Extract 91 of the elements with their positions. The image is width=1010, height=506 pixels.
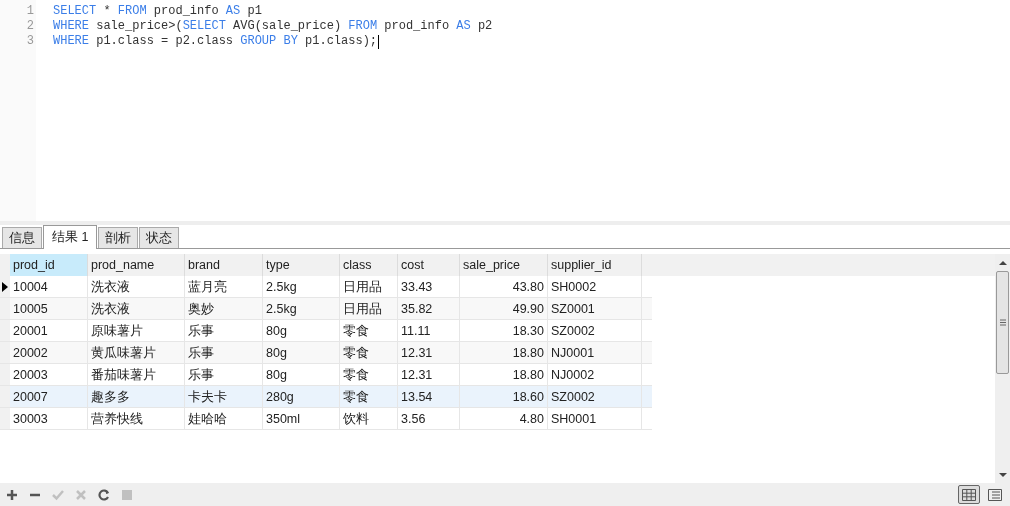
table-cell: NJ0001: [548, 342, 642, 363]
table-cell: SZ0002: [548, 320, 642, 341]
table-cell: 12.31: [398, 342, 460, 363]
result-tab[interactable]: 状态: [139, 227, 180, 248]
table-cell: 蓝月亮: [185, 276, 263, 297]
column-header[interactable]: sale_price: [460, 254, 548, 276]
line-number: 3: [25, 34, 35, 49]
table-row[interactable]: 20007 趣多多 卡夫卡 280g 零食 13.54 18.60 SZ0002: [0, 386, 652, 408]
table-cell: 原味薯片: [88, 320, 185, 341]
table-cell: 18.80: [460, 364, 548, 385]
table-cell: 12.31: [398, 364, 460, 385]
table-cell: 3.56: [398, 408, 460, 429]
vertical-scrollbar[interactable]: [995, 254, 1010, 483]
column-header[interactable]: prod_name: [88, 254, 185, 276]
table-cell: 350ml: [263, 408, 340, 429]
table-cell: 10004: [10, 276, 88, 297]
table-cell: 洗衣液: [88, 298, 185, 319]
line-number: 2: [25, 19, 35, 34]
table-cell: 黄瓜味薯片: [88, 342, 185, 363]
plus-icon[interactable]: [5, 487, 19, 502]
table-row[interactable]: 10004 洗衣液 蓝月亮 2.5kg 日用品 33.43 43.80 SH0002: [0, 276, 652, 298]
table-cell: 49.90: [460, 298, 548, 319]
table-cell: 奥妙: [185, 298, 263, 319]
column-header[interactable]: supplier_id: [548, 254, 642, 276]
table-row[interactable]: 10005 洗衣液 奥妙 2.5kg 日用品 35.82 49.90 SZ0001: [0, 298, 652, 320]
grid-view-button[interactable]: [958, 485, 980, 504]
scroll-up-icon[interactable]: [998, 261, 1007, 265]
code-line: WHERE p1.class = p2.class GROUP BY p1.class);: [53, 34, 378, 49]
table-cell: NJ0002: [548, 364, 642, 385]
table-cell: 18.60: [460, 386, 548, 407]
table-cell: 零食: [340, 342, 398, 363]
table-row[interactable]: 30003 营养快线 娃哈哈 350ml 饮料 3.56 4.80 SH0001: [0, 408, 652, 430]
table-cell: 13.54: [398, 386, 460, 407]
table-cell: 20007: [10, 386, 88, 407]
column-header[interactable]: type: [263, 254, 340, 276]
table-cell: 4.80: [460, 408, 548, 429]
table-cell: 日用品: [340, 276, 398, 297]
column-header[interactable]: class: [340, 254, 398, 276]
table-cell: 280g: [263, 386, 340, 407]
table-cell: 20001: [10, 320, 88, 341]
table-cell: 饮料: [340, 408, 398, 429]
table-cell: 80g: [263, 320, 340, 341]
column-header[interactable]: prod_id: [10, 254, 88, 276]
result-tab[interactable]: 信息: [2, 227, 42, 248]
table-cell: 零食: [340, 364, 398, 385]
table-cell: 20003: [10, 364, 88, 385]
table-cell: 20002: [10, 342, 88, 363]
table-cell: 乐事: [185, 364, 263, 385]
line-number: 1: [25, 4, 35, 19]
table-row[interactable]: 20002 黄瓜味薯片 乐事 80g 零食 12.31 18.80 NJ0001: [0, 342, 652, 364]
table-cell: 2.5kg: [263, 298, 340, 319]
table-cell: 番茄味薯片: [88, 364, 185, 385]
table-cell: 乐事: [185, 320, 263, 341]
code-line: WHERE sale_price>(SELECT AVG(sale_price) FROM prod_info AS p2: [53, 19, 493, 34]
table-cell: 日用品: [340, 298, 398, 319]
scroll-thumb[interactable]: [996, 271, 1009, 374]
table-cell: 营养快线: [88, 408, 185, 429]
table-cell: SZ0001: [548, 298, 642, 319]
table-cell: 2.5kg: [263, 276, 340, 297]
table-cell: 11.11: [398, 320, 460, 341]
table-cell: 娃哈哈: [185, 408, 263, 429]
table-cell: 80g: [263, 342, 340, 363]
table-cell: 30003: [10, 408, 88, 429]
result-tab[interactable]: 结果 1: [43, 225, 98, 249]
table-cell: 43.80: [460, 276, 548, 297]
table-cell: 80g: [263, 364, 340, 385]
table-cell: 零食: [340, 386, 398, 407]
table-cell: 卡夫卡: [185, 386, 263, 407]
table-cell: 趣多多: [88, 386, 185, 407]
grip-icon: [999, 319, 1006, 326]
scroll-down-icon[interactable]: [998, 473, 1007, 477]
table-cell: 10005: [10, 298, 88, 319]
table-row[interactable]: 20001 原味薯片 乐事 80g 零食 11.11 18.30 SZ0002: [0, 320, 652, 342]
table-cell: 零食: [340, 320, 398, 341]
refresh-icon[interactable]: [97, 487, 111, 502]
result-tab[interactable]: 剖析: [98, 227, 139, 248]
column-header[interactable]: cost: [398, 254, 460, 276]
table-cell: 18.80: [460, 342, 548, 363]
table-cell: 33.43: [398, 276, 460, 297]
table-cell: SZ0002: [548, 386, 642, 407]
row-selector[interactable]: [0, 276, 10, 297]
table-cell: SH0001: [548, 408, 642, 429]
table-cell: 乐事: [185, 342, 263, 363]
table-cell: 35.82: [398, 298, 460, 319]
row-pointer-icon: [2, 281, 8, 292]
code-line: SELECT * FROM prod_info AS p1: [53, 4, 262, 19]
table-row[interactable]: 20003 番茄味薯片 乐事 80g 零食 12.31 18.80 NJ0002: [0, 364, 652, 386]
table-cell: SH0002: [548, 276, 642, 297]
column-header[interactable]: brand: [185, 254, 263, 276]
table-cell: 18.30: [460, 320, 548, 341]
table-cell: 洗衣液: [88, 276, 185, 297]
